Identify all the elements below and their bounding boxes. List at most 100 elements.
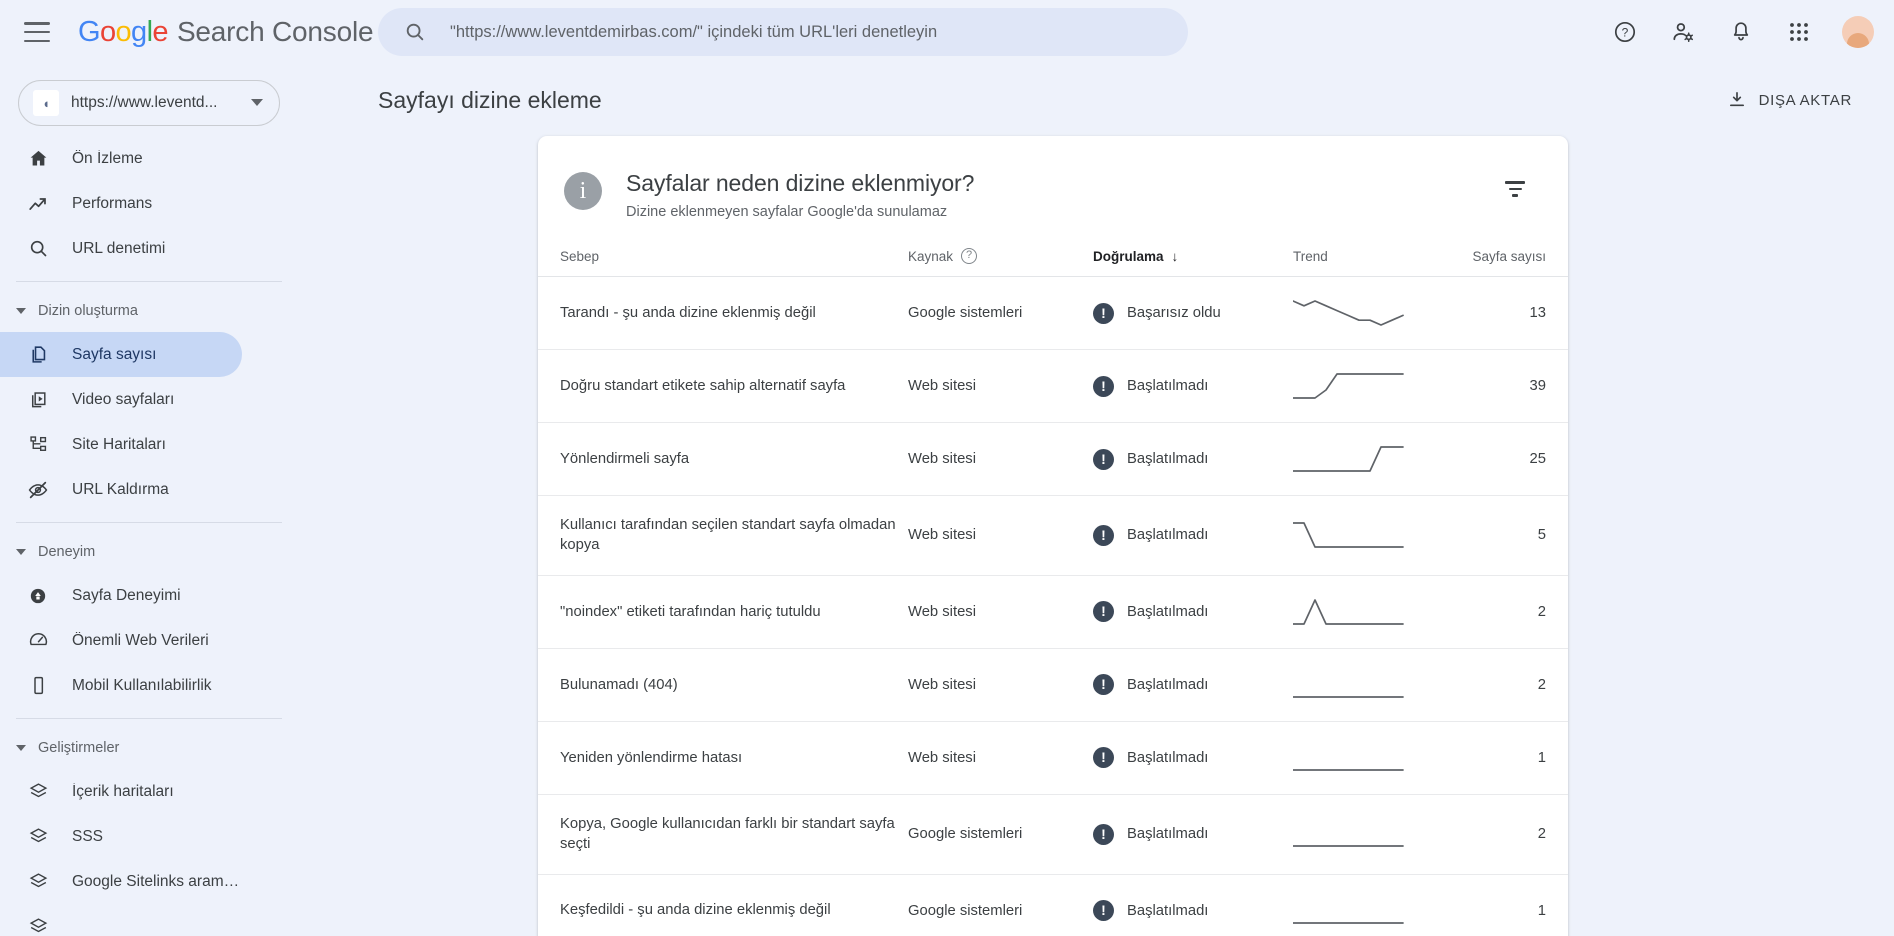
cell-reason[interactable]: Kopya, Google kullanıcıdan farklı bir st… bbox=[538, 794, 908, 875]
export-button[interactable]: DIŞA AKTAR bbox=[1715, 82, 1864, 118]
sidebar-item-label: SSS bbox=[72, 827, 104, 845]
cell-trend bbox=[1293, 648, 1423, 722]
help-icon[interactable]: ? bbox=[961, 248, 978, 264]
status-badge-icon: ! bbox=[1093, 302, 1114, 324]
trend-sparkline-icon bbox=[1293, 446, 1404, 472]
sidebar-item-video-pages[interactable]: Video sayfaları bbox=[0, 377, 242, 422]
sidebar-divider bbox=[16, 281, 282, 282]
column-header-trend[interactable]: Trend bbox=[1293, 234, 1423, 277]
property-selector-label: https://www.leventd... bbox=[71, 94, 218, 111]
column-label: Sebep bbox=[560, 248, 600, 264]
sidebar-divider bbox=[16, 718, 282, 719]
sidebar-item-label: Video sayfaları bbox=[72, 390, 175, 408]
chevron-down-icon bbox=[251, 99, 263, 106]
chevron-down-icon bbox=[16, 308, 26, 314]
layers-icon bbox=[26, 871, 50, 892]
trend-sparkline-icon bbox=[1293, 768, 1404, 771]
property-favicon-icon: ◖ bbox=[33, 90, 59, 116]
cell-trend bbox=[1293, 721, 1423, 795]
cell-reason[interactable]: Doğru standart etikete sahip alternatif … bbox=[538, 349, 908, 423]
cell-page-count: 2 bbox=[1423, 575, 1568, 649]
sidebar-group-label: Dizin oluşturma bbox=[38, 303, 138, 319]
sidebar-item-performance[interactable]: Performans bbox=[0, 181, 242, 226]
account-settings-icon[interactable] bbox=[1661, 10, 1705, 54]
sidebar-item-sitelinks-searchbox[interactable]: Google Sitelinks arama ... bbox=[0, 859, 242, 904]
column-header-validation[interactable]: Doğrulama ↓ bbox=[1093, 234, 1293, 277]
chevron-down-icon bbox=[16, 549, 26, 555]
sidebar-item-breadcrumbs[interactable]: İçerik haritaları bbox=[0, 769, 242, 814]
cell-reason[interactable]: Yeniden yönlendirme hatası bbox=[538, 721, 908, 795]
export-label: DIŞA AKTAR bbox=[1758, 91, 1852, 109]
table-row[interactable]: Yönlendirmeli sayfa Web sitesi! Başlatılma… bbox=[538, 422, 1568, 496]
column-label: Doğrulama bbox=[1093, 248, 1164, 264]
search-input[interactable] bbox=[450, 22, 1150, 42]
indexing-reasons-table: Sebep Kaynak ? Doğrulama ↓ Trend Sayfa s… bbox=[538, 234, 1568, 936]
sidebar-item-url-inspection[interactable]: URL denetimi bbox=[0, 226, 242, 271]
download-icon bbox=[1729, 92, 1744, 107]
sidebar-item-mobile-usability[interactable]: Mobil Kullanılabilirlik bbox=[0, 663, 242, 708]
sidebar-item-sitemaps[interactable]: Site Haritaları bbox=[0, 422, 242, 467]
cell-source: Web sitesi bbox=[908, 349, 1093, 423]
trend-sparkline-icon bbox=[1293, 695, 1404, 698]
table-row[interactable]: Yeniden yönlendirme hatası Web sitesi! Baş… bbox=[538, 721, 1568, 795]
cell-reason[interactable]: Keşfedildi - şu anda dizine eklenmiş değ… bbox=[538, 874, 908, 936]
sidebar-item-url-removal[interactable]: URL Kaldırma bbox=[0, 467, 242, 512]
sidebar-item-overview[interactable]: Ön İzleme bbox=[0, 136, 242, 181]
column-header-page-count[interactable]: Sayfa sayısı bbox=[1423, 234, 1568, 277]
cell-trend bbox=[1293, 422, 1423, 496]
column-header-source[interactable]: Kaynak ? bbox=[908, 234, 1093, 277]
cell-source: Web sitesi bbox=[908, 648, 1093, 722]
sidebar-group-experience[interactable]: Deneyim bbox=[0, 531, 298, 573]
google-apps-icon[interactable] bbox=[1777, 10, 1821, 54]
cell-trend bbox=[1293, 349, 1423, 423]
menu-icon[interactable] bbox=[24, 22, 50, 42]
column-header-reason[interactable]: Sebep bbox=[538, 234, 908, 277]
url-inspection-search-box[interactable] bbox=[378, 8, 1188, 56]
filter-icon[interactable] bbox=[1498, 172, 1532, 206]
avatar[interactable] bbox=[1842, 16, 1874, 48]
validation-label: Başlatılmadı bbox=[1127, 676, 1209, 693]
status-badge-icon: ! bbox=[1093, 900, 1114, 922]
table-row[interactable]: Kullanıcı tarafından seçilen standart sa… bbox=[538, 495, 1568, 576]
sidebar-group-enhancements[interactable]: Geliştirmeler bbox=[0, 727, 298, 769]
table-header-row: Sebep Kaynak ? Doğrulama ↓ Trend Sayfa s… bbox=[538, 234, 1568, 277]
cell-page-count: 5 bbox=[1423, 495, 1568, 576]
top-app-bar: Google Search Console ? bbox=[0, 0, 1894, 64]
trend-sparkline-icon bbox=[1293, 921, 1404, 924]
table-row[interactable]: Tarandı - şu anda dizine eklenmiş değil G… bbox=[538, 276, 1568, 350]
table-row[interactable]: "noindex" etiketi tarafından hariç tutul… bbox=[538, 575, 1568, 649]
video-pages-icon bbox=[26, 389, 50, 410]
cell-reason[interactable]: Bulunamadı (404) bbox=[538, 648, 908, 722]
cell-source: Web sitesi bbox=[908, 495, 1093, 576]
table-row[interactable]: Kopya, Google kullanıcıdan farklı bir st… bbox=[538, 794, 1568, 875]
trend-sparkline-icon bbox=[1293, 598, 1404, 625]
cell-reason[interactable]: Tarandı - şu anda dizine eklenmiş değil bbox=[538, 276, 908, 350]
sidebar-item-pages[interactable]: Sayfa sayısı bbox=[0, 332, 242, 377]
table-row[interactable]: Doğru standart etikete sahip alternatif … bbox=[538, 349, 1568, 423]
cell-source: Google sistemleri bbox=[908, 874, 1093, 936]
cell-page-count: 2 bbox=[1423, 648, 1568, 722]
property-selector[interactable]: ◖ https://www.leventd... bbox=[18, 80, 280, 126]
sidebar-item-faq[interactable]: SSS bbox=[0, 814, 242, 859]
product-name: Search Console bbox=[176, 15, 374, 47]
cell-reason[interactable]: "noindex" etiketi tarafından hariç tutul… bbox=[538, 575, 908, 649]
sidebar-item-core-web-vitals[interactable]: Önemli Web Verileri bbox=[0, 618, 242, 663]
notifications-icon[interactable] bbox=[1719, 10, 1763, 54]
help-icon[interactable]: ? bbox=[1603, 10, 1647, 54]
sidebar-item-label: Performans bbox=[72, 194, 153, 212]
sidebar-group-indexing[interactable]: Dizin oluşturma bbox=[0, 290, 298, 332]
validation-label: Başlatılmadı bbox=[1127, 378, 1209, 394]
trend-sparkline-icon bbox=[1293, 373, 1404, 399]
cell-reason[interactable]: Kullanıcı tarafından seçilen standart sa… bbox=[538, 495, 908, 576]
cell-reason[interactable]: Yönlendirmeli sayfa bbox=[538, 422, 908, 496]
brand-logo: Google Search Console bbox=[78, 15, 374, 49]
page-header: Sayfayı dizine ekleme DIŞA AKTAR bbox=[298, 64, 1894, 136]
table-row[interactable]: Bulunamadı (404) Web sitesi! Başlatılmadı 2 bbox=[538, 648, 1568, 722]
sidebar-item-enhancement-partial[interactable] bbox=[0, 904, 242, 936]
sidebar: ◖ https://www.leventd... Ön İzleme Perfo… bbox=[0, 64, 298, 936]
column-label: Sayfa sayısı bbox=[1472, 248, 1546, 264]
cell-trend bbox=[1293, 276, 1423, 350]
layers-icon bbox=[26, 826, 50, 847]
sidebar-item-page-experience[interactable]: Sayfa Deneyimi bbox=[0, 573, 242, 618]
table-row[interactable]: Keşfedildi - şu anda dizine eklenmiş değ… bbox=[538, 874, 1568, 936]
